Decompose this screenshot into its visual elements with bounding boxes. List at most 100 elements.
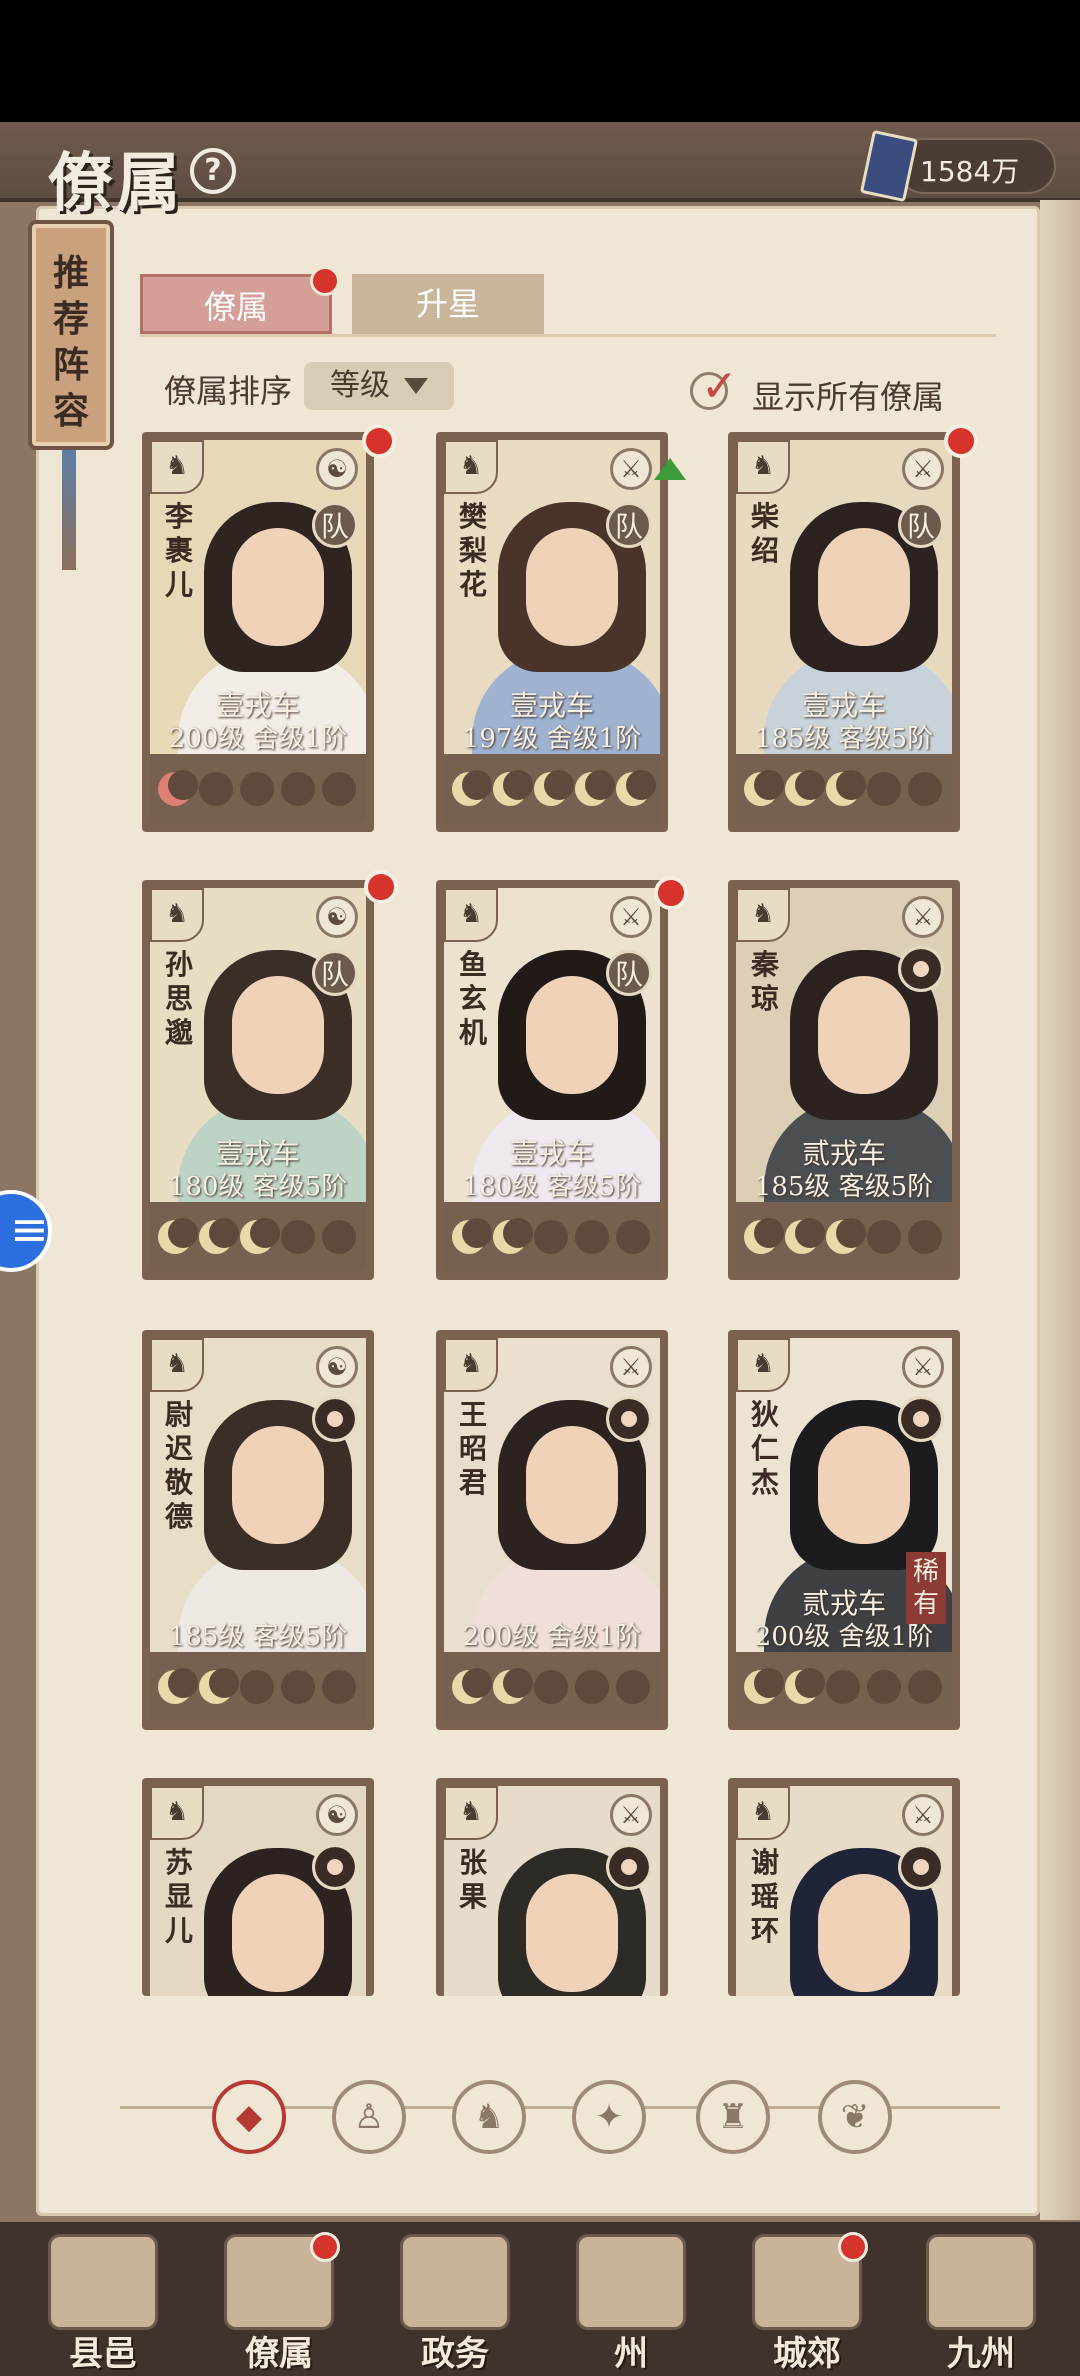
card-art: ♞ ⚔ 王昭君 200级 舍级1阶 <box>444 1338 660 1652</box>
faction-icon: ♞ <box>444 440 498 494</box>
filter-bell-button[interactable]: ♙ <box>332 2080 406 2154</box>
county-icon <box>48 2234 158 2330</box>
level-rank: 185级 客级5阶 <box>754 724 934 754</box>
avatar-badge <box>898 946 944 992</box>
avatar-badge <box>606 1396 652 1442</box>
moon-row <box>158 768 364 812</box>
moon-empty-icon <box>908 1670 942 1704</box>
retainer-name: 秦琼 <box>750 948 779 1015</box>
sort-label: 僚属排序 <box>164 372 293 410</box>
retainer-card[interactable]: ♞ ⚔ 柴绍 壹戎车 185级 客级5阶 队 <box>728 432 960 832</box>
portrait-face <box>232 1874 324 1992</box>
retainer-card[interactable]: ♞ ☯ 孙思邈 壹戎车 180级 客级5阶 队 <box>142 880 374 1280</box>
nav-nine-states[interactable]: 九州 <box>906 2224 1056 2374</box>
nav-retainers[interactable]: 僚属 <box>204 2224 354 2374</box>
nav-label-affairs: 政务 <box>421 2334 489 2374</box>
nav-notification-dot <box>838 2232 868 2262</box>
nav-affairs[interactable]: 政务 <box>380 2224 530 2374</box>
nav-label-retainers: 僚属 <box>245 2334 313 2374</box>
nav-suburb[interactable]: 城郊 <box>732 2224 882 2374</box>
card-art: ♞ ☯ 苏显儿 <box>150 1786 366 1996</box>
faction-icon: ♞ <box>150 1786 204 1840</box>
filter-leaf-button[interactable]: ❦ <box>818 2080 892 2154</box>
moon-filled-icon <box>616 770 656 806</box>
moon-filled-icon <box>158 770 198 806</box>
retainer-card[interactable]: ♞ ⚔ 狄仁杰 贰戎车 200级 舍级1阶 稀有 <box>728 1330 960 1730</box>
retainer-card[interactable]: ♞ ⚔ 鱼玄机 壹戎车 180级 客级5阶 队 <box>436 880 668 1280</box>
notification-dot <box>364 870 398 904</box>
star-moons <box>444 754 660 822</box>
retainer-card[interactable]: ♞ ☯ 尉迟敬德 185级 客级5阶 <box>142 1330 374 1730</box>
retainer-card[interactable]: ♞ ⚔ 王昭君 200级 舍级1阶 <box>436 1330 668 1730</box>
moon-empty-icon <box>575 1670 609 1704</box>
retainer-card[interactable]: ♞ ⚔ 秦琼 贰戎车 185级 客级5阶 <box>728 880 960 1280</box>
currency-value: 1584万 <box>920 155 1020 188</box>
moon-filled-icon <box>744 1218 784 1254</box>
filter-fan-button[interactable]: ✦ <box>572 2080 646 2154</box>
retainer-name: 尉迟敬德 <box>164 1398 193 1533</box>
moon-empty-icon <box>240 772 274 806</box>
filter-cat-button[interactable]: ♞ <box>452 2080 526 2154</box>
nav-label-suburb: 城郊 <box>773 2334 841 2374</box>
team-badge: 队 <box>312 502 358 548</box>
moon-empty-icon <box>867 1220 901 1254</box>
tab-star-up[interactable]: 升星 <box>352 274 544 334</box>
portrait-face <box>526 976 618 1094</box>
retainer-card[interactable]: ♞ ☯ 李裹儿 壹戎车 200级 舍级1阶 队 <box>142 432 374 832</box>
yinyang-icon: ☯ <box>316 1346 358 1388</box>
sword-icon: ⚔ <box>902 1346 944 1388</box>
star-moons <box>736 1202 952 1270</box>
moon-empty-icon <box>908 772 942 806</box>
portrait-face <box>818 1874 910 1992</box>
show-all-checkbox[interactable]: ✓ <box>690 361 738 412</box>
currency-display: 1584万 <box>859 129 1056 203</box>
moon-filled-icon <box>744 770 784 806</box>
faction-icon: ♞ <box>444 1338 498 1392</box>
retainer-card[interactable]: ♞ ⚔ 张果 <box>436 1778 668 1996</box>
moon-filled-icon <box>785 1668 825 1704</box>
moon-row <box>158 1216 364 1260</box>
recommend-lineup-tag[interactable]: 推荐阵容 <box>28 220 114 450</box>
sword-icon: ⚔ <box>902 448 944 490</box>
yinyang-icon: ☯ <box>316 896 358 938</box>
sword-icon: ⚔ <box>610 896 652 938</box>
nav-label-county: 县邑 <box>69 2334 137 2374</box>
portrait-face <box>232 1426 324 1544</box>
retainer-card[interactable]: ♞ ☯ 苏显儿 <box>142 1778 374 1996</box>
faction-icon: ♞ <box>150 1338 204 1392</box>
avatar-badge <box>312 1844 358 1890</box>
retainer-card[interactable]: ♞ ⚔ 谢瑶环 <box>728 1778 960 1996</box>
sword-icon: ⚔ <box>610 448 652 490</box>
nav-county[interactable]: 县邑 <box>28 2224 178 2374</box>
level-rank: 197级 舍级1阶 <box>462 724 642 754</box>
rare-badge: 稀有 <box>906 1552 946 1624</box>
moon-row <box>744 1666 950 1710</box>
moon-filled-icon <box>785 770 825 806</box>
nine-states-icon <box>926 2234 1036 2330</box>
moon-filled-icon <box>826 1218 866 1254</box>
star-moons <box>150 1652 366 1720</box>
star-moons <box>150 1202 366 1270</box>
retainer-card[interactable]: ♞ ⚔ 樊梨花 壹戎车 197级 舍级1阶 队 <box>436 432 668 832</box>
star-moons <box>150 754 366 822</box>
retainer-name: 鱼玄机 <box>458 948 487 1049</box>
nav-label-state: 州 <box>614 2334 648 2374</box>
help-icon[interactable]: ? <box>190 148 236 194</box>
card-art: ♞ ⚔ 秦琼 贰戎车 185级 客级5阶 <box>736 888 952 1202</box>
moon-empty-icon <box>322 1670 356 1704</box>
star-moons <box>444 1202 660 1270</box>
avatar-badge <box>312 1396 358 1442</box>
filter-all-button[interactable]: ◆ <box>212 2080 286 2154</box>
sort-dropdown[interactable]: 等级 <box>304 362 454 410</box>
level-rank: 185级 客级5阶 <box>168 1622 348 1652</box>
retainer-name: 狄仁杰 <box>750 1398 779 1499</box>
moon-row <box>744 768 950 812</box>
moon-empty-icon <box>867 772 901 806</box>
moon-empty-icon <box>322 1220 356 1254</box>
nav-state[interactable]: 州 <box>556 2224 706 2374</box>
faction-icon: ♞ <box>736 440 790 494</box>
star-moons <box>736 1652 952 1720</box>
moon-empty-icon <box>281 1220 315 1254</box>
filter-lion-button[interactable]: ♜ <box>696 2080 770 2154</box>
tab-retainers[interactable]: 僚属 <box>140 274 332 334</box>
